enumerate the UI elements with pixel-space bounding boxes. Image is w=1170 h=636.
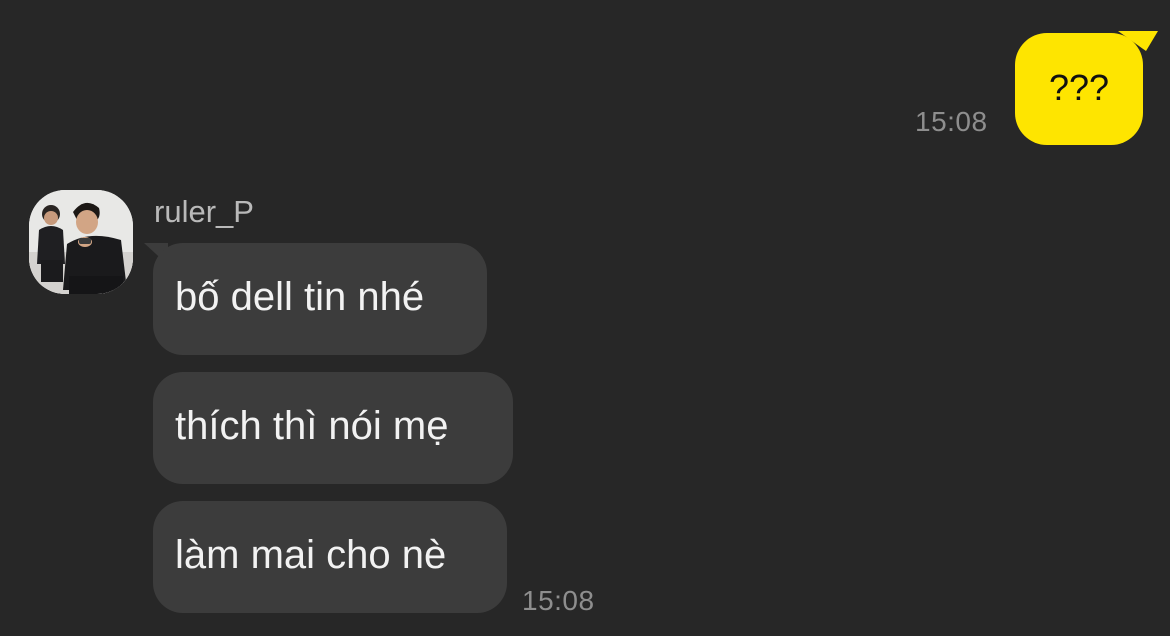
- outgoing-message-bubble[interactable]: ???: [1015, 33, 1143, 145]
- outgoing-timestamp: 15:08: [915, 106, 988, 137]
- incoming-message-bubble[interactable]: thích thì nói mẹ: [153, 372, 513, 484]
- incoming-message-text: bố dell tin nhé: [175, 274, 425, 319]
- incoming-message-bubble[interactable]: bố dell tin nhé: [153, 243, 487, 355]
- incoming-timestamp: 15:08: [522, 585, 595, 616]
- incoming-message-text: làm mai cho nè: [175, 532, 447, 577]
- sender-avatar[interactable]: [29, 190, 133, 294]
- sender-name[interactable]: ruler_P: [154, 194, 254, 230]
- incoming-message-bubble[interactable]: làm mai cho nè: [153, 501, 507, 613]
- outgoing-message-text: ???: [1048, 67, 1110, 108]
- avatar-photo-icon: [29, 190, 133, 294]
- incoming-message-text: thích thì nói mẹ: [175, 403, 449, 448]
